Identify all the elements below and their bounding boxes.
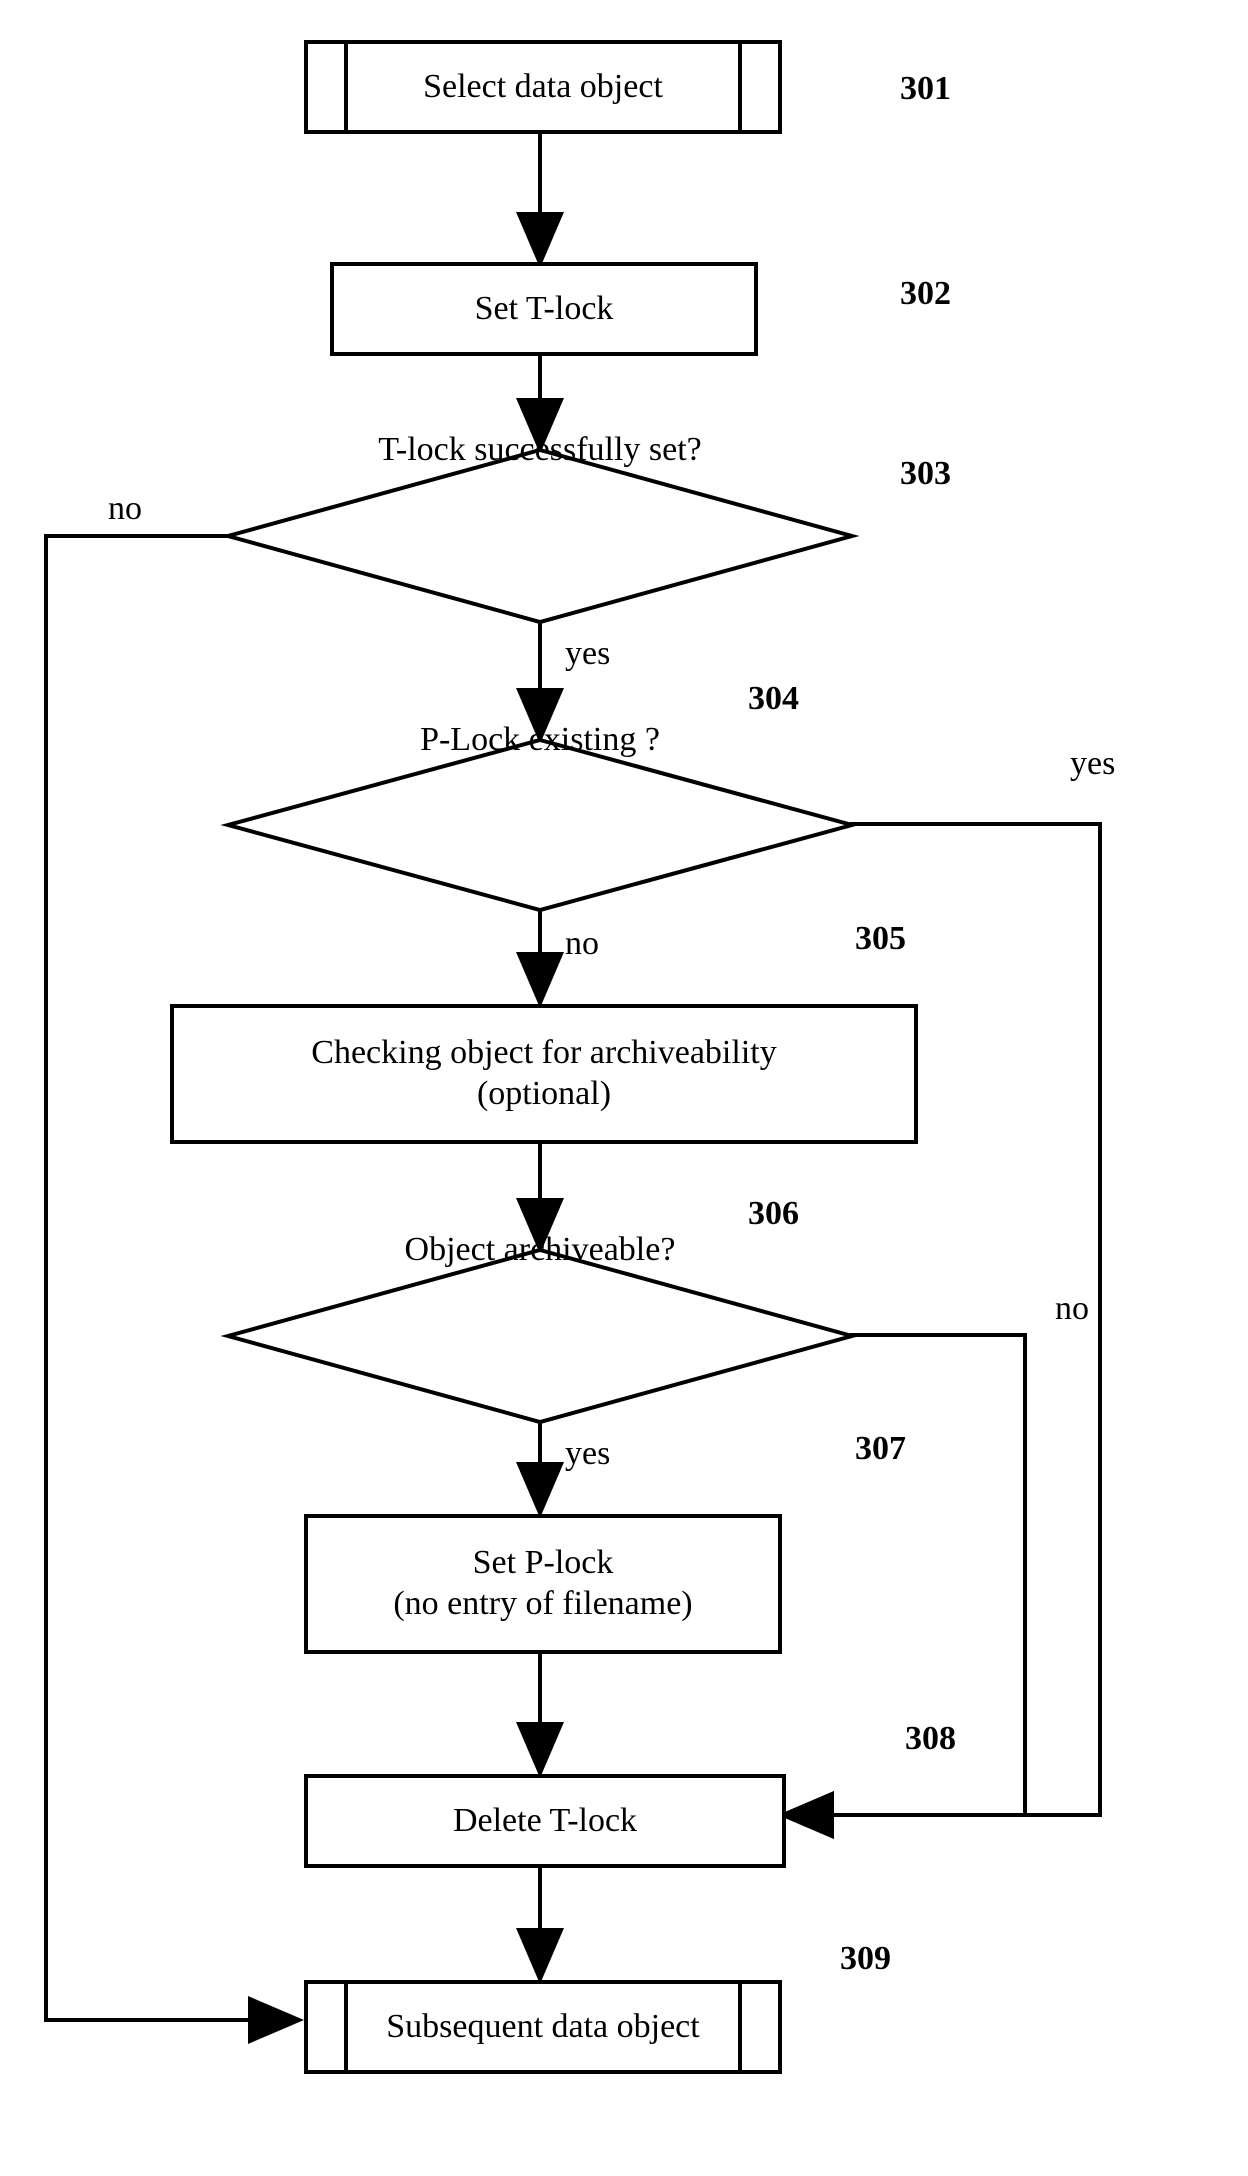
edge-label-no: no	[108, 490, 142, 528]
node-text: T-lock successfully set?	[378, 431, 702, 469]
node-text: Select data object	[423, 67, 663, 108]
node-text-line2: (optional)	[477, 1074, 611, 1115]
node-set-t-lock: Set T-lock	[330, 262, 758, 356]
step-label-309: 309	[840, 1940, 891, 1978]
node-subsequent-data-object: Subsequent data object	[304, 1980, 782, 2074]
node-text: Object archiveable?	[405, 1231, 676, 1269]
step-label-308: 308	[905, 1720, 956, 1758]
node-delete-t-lock: Delete T-lock	[304, 1774, 786, 1868]
step-label-307: 307	[855, 1430, 906, 1468]
node-text-line1: Set P-lock	[473, 1543, 614, 1584]
node-text: Subsequent data object	[386, 2007, 699, 2048]
node-text-line2: (no entry of filename)	[393, 1584, 692, 1625]
step-label-302: 302	[900, 275, 951, 313]
edge-label-yes: yes	[1070, 745, 1115, 783]
step-label-304: 304	[748, 680, 799, 718]
node-text: P-Lock existing ?	[420, 721, 660, 759]
node-check-archiveability: Checking object for archiveability (opti…	[170, 1004, 918, 1144]
edge-label-no: no	[565, 925, 599, 963]
edge-label-no: no	[1055, 1290, 1089, 1328]
step-label-306: 306	[748, 1195, 799, 1233]
node-set-p-lock: Set P-lock (no entry of filename)	[304, 1514, 782, 1654]
step-label-301: 301	[900, 70, 951, 108]
step-label-305: 305	[855, 920, 906, 958]
node-text: Delete T-lock	[453, 1801, 637, 1842]
step-label-303: 303	[900, 455, 951, 493]
node-text-line1: Checking object for archiveability	[311, 1033, 776, 1074]
edge-label-yes: yes	[565, 1435, 610, 1473]
node-select-data-object: Select data object	[304, 40, 782, 134]
node-text: Set T-lock	[475, 289, 614, 330]
flowchart-canvas: Select data object 301 Set T-lock 302 T-…	[0, 0, 1248, 2176]
edge-label-yes: yes	[565, 635, 610, 673]
